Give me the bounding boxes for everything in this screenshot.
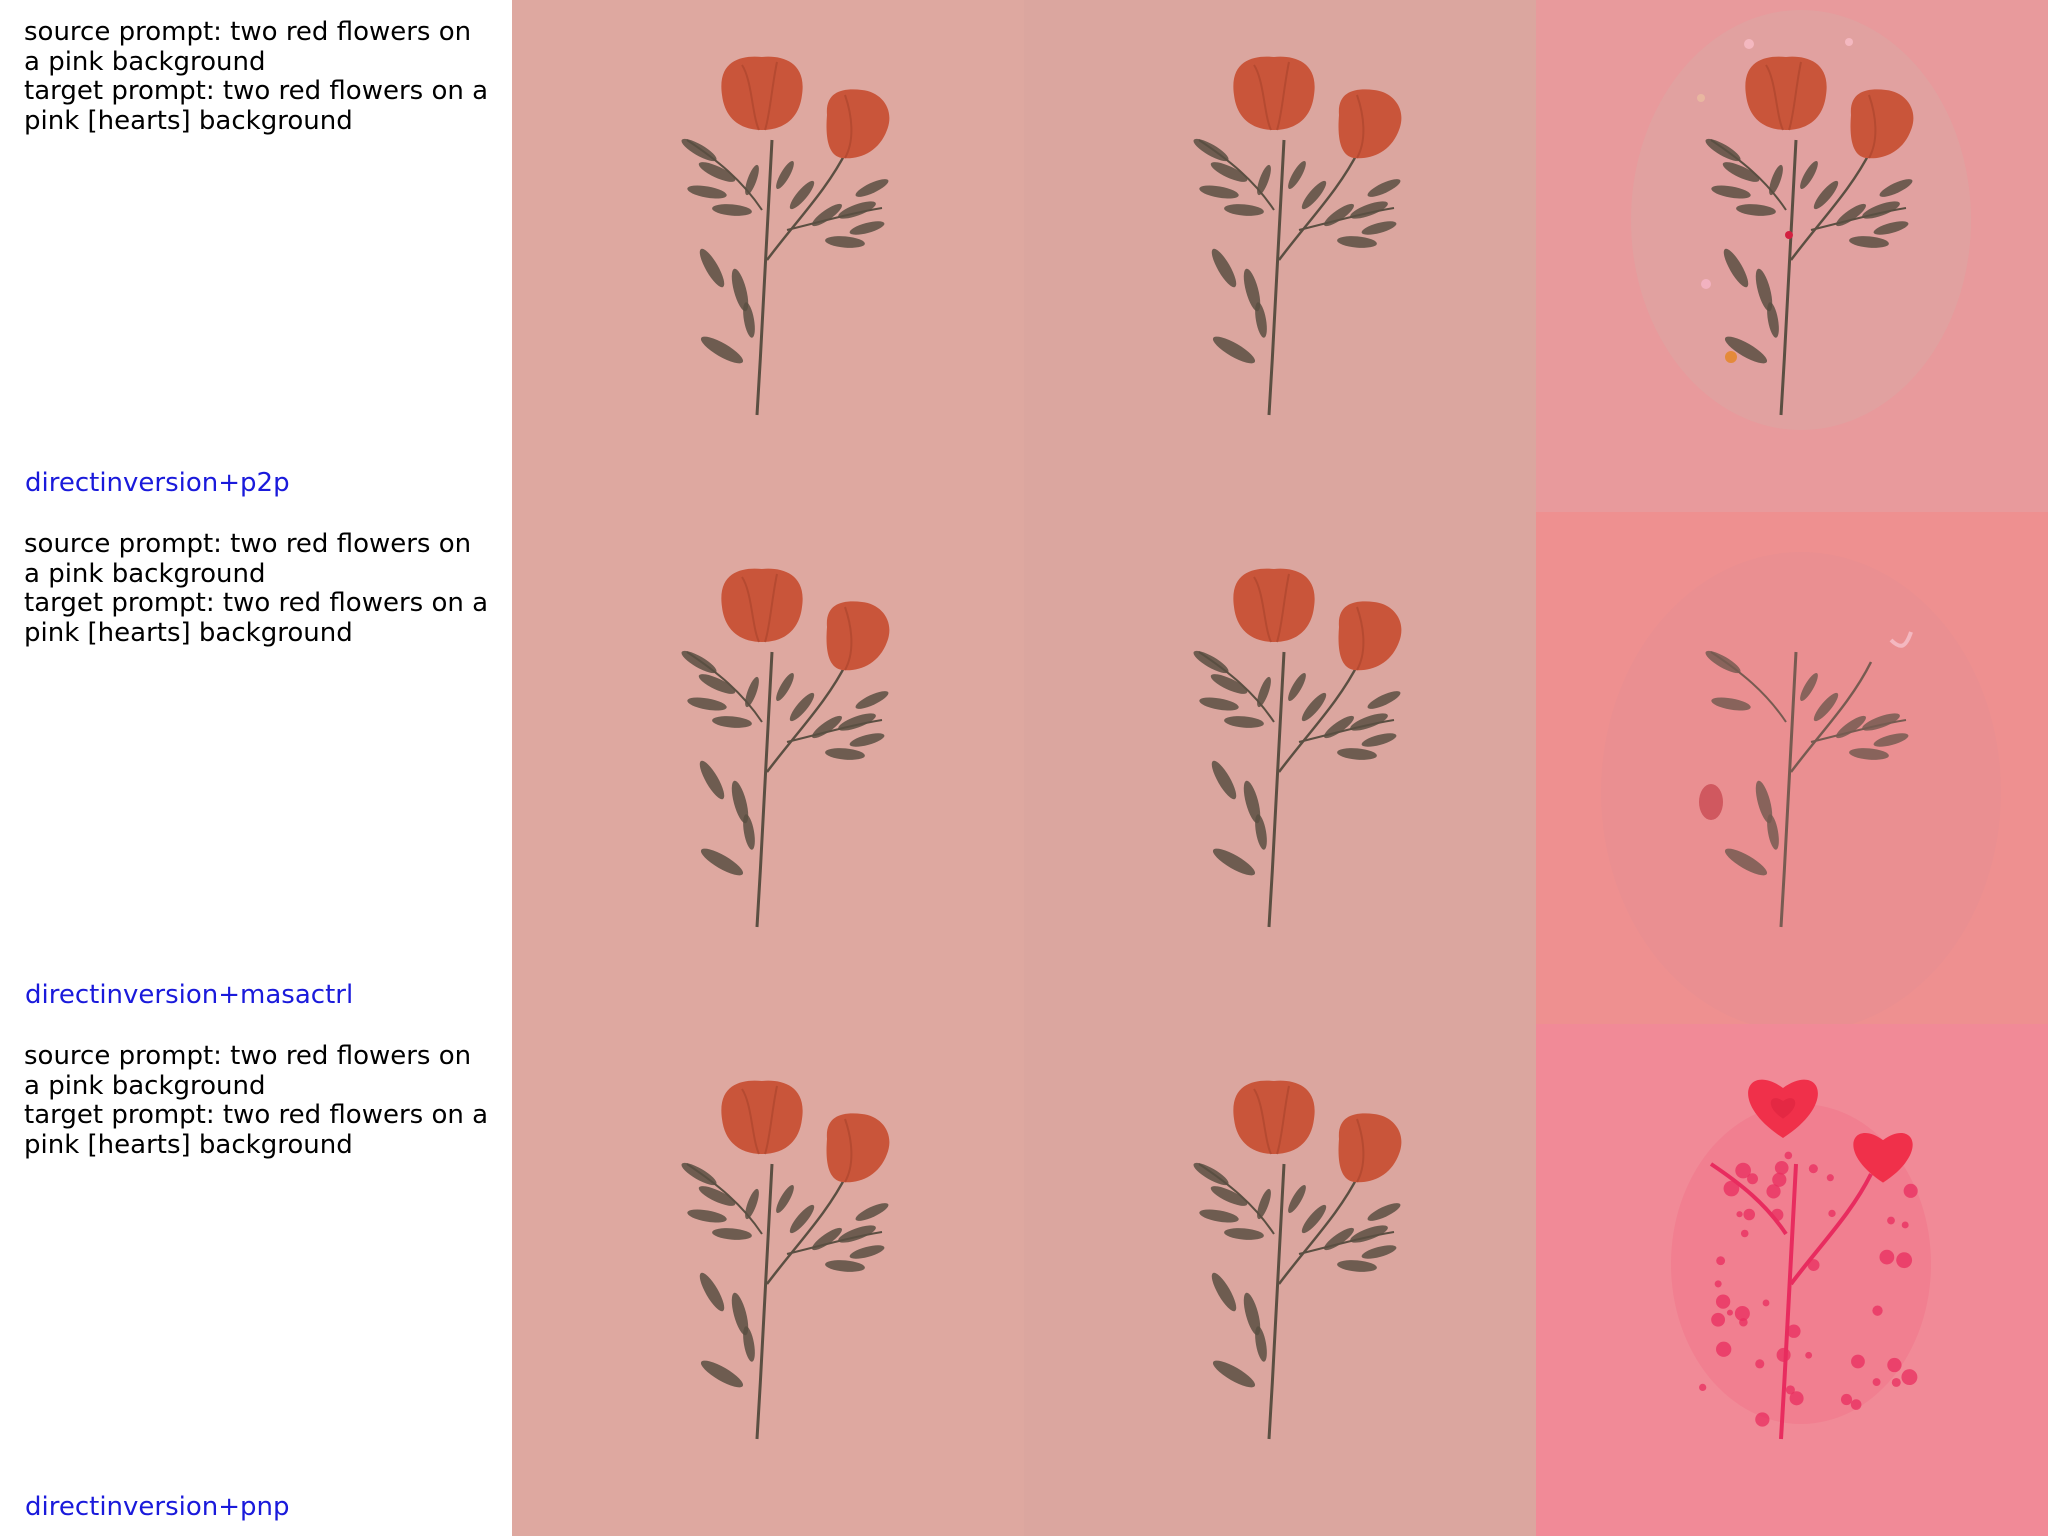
flower-illustration bbox=[1024, 512, 1536, 1024]
reconstruction-image bbox=[1024, 1024, 1536, 1536]
method-label: directinversion+pnp bbox=[25, 1492, 290, 1522]
target-prompt-text: target prompt: two red flowers on a pink… bbox=[24, 589, 494, 648]
source-prompt-text: source prompt: two red flowers on a pink… bbox=[24, 1042, 494, 1101]
flower-illustration bbox=[512, 0, 1024, 512]
reconstruction-image bbox=[1024, 0, 1536, 512]
reconstruction-image bbox=[1024, 512, 1536, 1024]
edited-image bbox=[1536, 0, 2048, 512]
row-label-cell: source prompt: two red flowers on a pink… bbox=[0, 0, 512, 512]
source-prompt-text: source prompt: two red flowers on a pink… bbox=[24, 530, 494, 589]
edited-image bbox=[1536, 512, 2048, 1024]
prompt-block: source prompt: two red flowers on a pink… bbox=[24, 18, 494, 136]
source-prompt-text: source prompt: two red flowers on a pink… bbox=[24, 18, 494, 77]
method-label: directinversion+p2p bbox=[25, 468, 290, 498]
source-image bbox=[512, 1024, 1024, 1536]
target-prompt-text: target prompt: two red flowers on a pink… bbox=[24, 1101, 494, 1160]
flower-illustration bbox=[512, 512, 1024, 1024]
flower-illustration bbox=[1536, 0, 2048, 512]
flower-illustration bbox=[512, 1024, 1024, 1536]
prompt-block: source prompt: two red flowers on a pink… bbox=[24, 530, 494, 648]
source-image bbox=[512, 0, 1024, 512]
row-label-cell: source prompt: two red flowers on a pink… bbox=[0, 1024, 512, 1536]
flower-illustration bbox=[1536, 1024, 2048, 1536]
target-prompt-text: target prompt: two red flowers on a pink… bbox=[24, 77, 494, 136]
flower-illustration bbox=[1024, 0, 1536, 512]
flower-illustration bbox=[1536, 512, 2048, 1024]
edited-image bbox=[1536, 1024, 2048, 1536]
source-image bbox=[512, 512, 1024, 1024]
method-label: directinversion+masactrl bbox=[25, 980, 353, 1010]
comparison-grid: source prompt: two red flowers on a pink… bbox=[0, 0, 2048, 1536]
row-label-cell: source prompt: two red flowers on a pink… bbox=[0, 512, 512, 1024]
prompt-block: source prompt: two red flowers on a pink… bbox=[24, 1042, 494, 1160]
flower-illustration bbox=[1024, 1024, 1536, 1536]
